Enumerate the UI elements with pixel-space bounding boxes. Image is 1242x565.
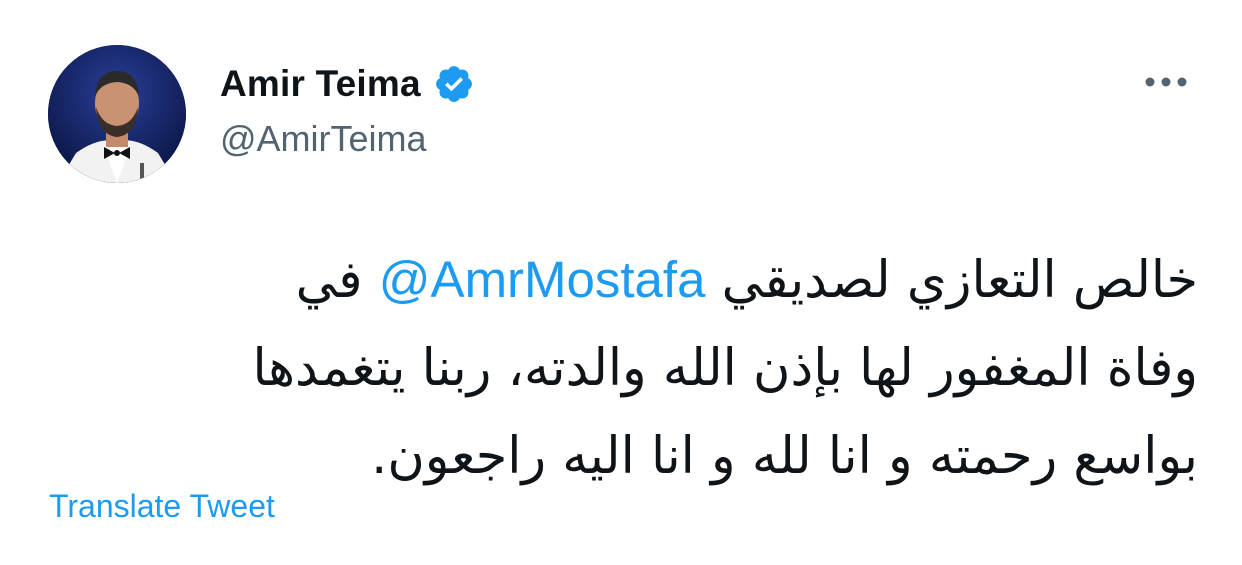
tweet-line-1: خالص التعازي لصديقي @AmrMostafa في xyxy=(90,236,1198,325)
display-name[interactable]: Amir Teima xyxy=(220,63,421,105)
author-row: Amir Teima xyxy=(220,60,475,108)
verified-badge-icon xyxy=(433,63,475,105)
mention-link[interactable]: @AmrMostafa xyxy=(379,251,706,308)
tweet-card: Amir Teima @AmirTeima خالص التعازي لصديق… xyxy=(0,0,1242,565)
tweet-line-1-end: في xyxy=(295,251,379,310)
avatar-image xyxy=(48,45,186,183)
author-handle[interactable]: @AmirTeima xyxy=(220,118,427,160)
avatar[interactable] xyxy=(48,45,186,183)
more-options-button[interactable] xyxy=(1140,62,1192,102)
tweet-line-1-start: خالص التعازي لصديقي xyxy=(705,251,1198,310)
tweet-text: خالص التعازي لصديقي @AmrMostafa في وفاة … xyxy=(90,236,1198,501)
translate-tweet-link[interactable]: Translate Tweet xyxy=(49,488,275,525)
tweet-line-2: وفاة المغفور لها بإذن الله والدته، ربنا … xyxy=(252,339,1198,398)
more-options-icon xyxy=(1145,77,1187,87)
